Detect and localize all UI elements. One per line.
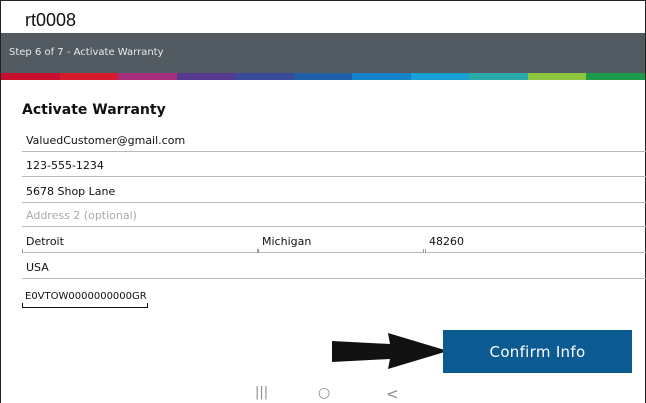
phone-field[interactable]: 123-555-1234 <box>22 159 646 177</box>
field-corner <box>423 249 424 253</box>
color-strip-segment <box>118 73 177 80</box>
zip-field[interactable]: 48260 <box>425 235 646 253</box>
address1-field[interactable]: 5678 Shop Lane <box>22 185 646 203</box>
serial-number-field[interactable]: E0VTOW0000000000GR <box>22 290 148 308</box>
form-title: Activate Warranty <box>22 102 166 118</box>
email-field[interactable]: ValuedCustomer@gmail.com <box>22 134 646 152</box>
state-value: Michigan <box>262 235 312 248</box>
color-strip-segment <box>586 73 646 80</box>
home-nav-icon[interactable]: ○ <box>318 385 330 401</box>
field-corner <box>425 249 426 253</box>
phone-value: 123-555-1234 <box>26 159 104 172</box>
color-strip-segment <box>293 73 353 80</box>
address2-placeholder: Address 2 (optional) <box>26 209 137 222</box>
color-strip-segment <box>235 73 294 80</box>
color-strip-segment <box>527 73 587 80</box>
email-value: ValuedCustomer@gmail.com <box>26 134 186 147</box>
brand-color-strip <box>1 73 646 80</box>
field-corner <box>22 249 23 253</box>
country-value: USA <box>26 261 49 274</box>
field-corner <box>22 303 23 308</box>
arrow-pointer-icon <box>332 333 453 369</box>
step-header: Step 6 of 7 - Activate Warranty <box>1 33 645 73</box>
color-strip-segment <box>352 73 411 80</box>
field-corner <box>147 303 148 308</box>
app-title: rt0008 <box>25 10 77 30</box>
confirm-info-button[interactable]: Confirm Info <box>443 330 632 373</box>
serial-number-value: E0VTOW0000000000GR <box>25 291 147 302</box>
step-label: Step 6 of 7 - Activate Warranty <box>9 47 164 58</box>
color-strip-segment <box>469 73 528 80</box>
color-strip-segment <box>176 73 236 80</box>
city-field[interactable]: Detroit <box>22 235 258 253</box>
city-value: Detroit <box>26 235 64 248</box>
field-corner <box>258 249 259 253</box>
color-strip-segment <box>1 73 60 80</box>
color-strip-segment <box>410 73 470 80</box>
address2-field[interactable]: Address 2 (optional) <box>22 209 646 227</box>
back-nav-icon[interactable]: < <box>386 385 399 403</box>
color-strip-segment <box>59 73 119 80</box>
recents-nav-icon[interactable]: ||| <box>255 385 268 401</box>
address1-value: 5678 Shop Lane <box>26 185 116 198</box>
state-field[interactable]: Michigan <box>258 235 424 253</box>
country-field[interactable]: USA <box>22 261 646 279</box>
zip-value: 48260 <box>429 235 464 248</box>
